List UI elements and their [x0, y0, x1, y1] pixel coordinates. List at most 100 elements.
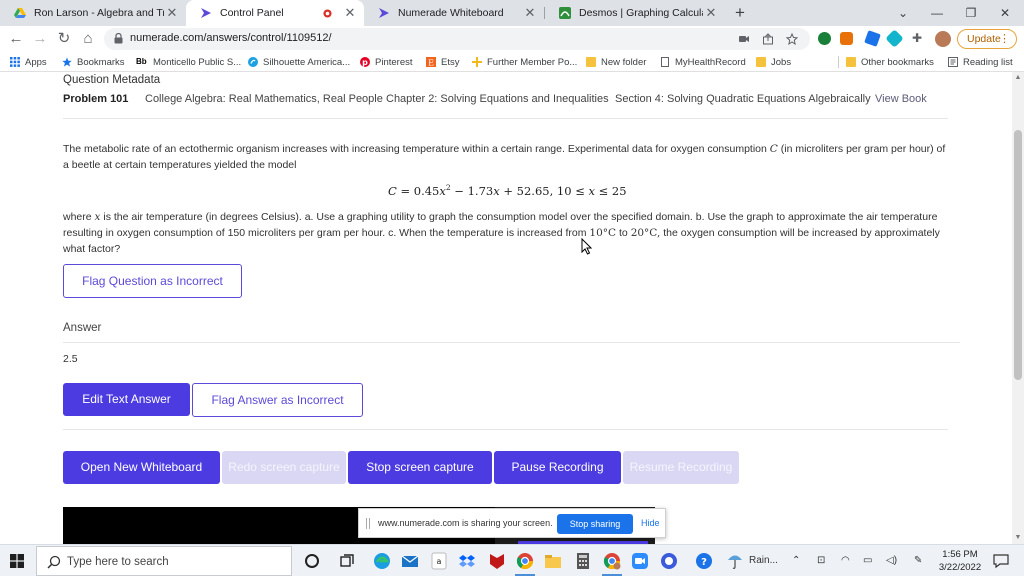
bookmark-reading-list[interactable]: Reading list — [948, 55, 1013, 69]
bookmark-apps[interactable]: Apps — [10, 55, 47, 69]
bookmark-label: Reading list — [963, 56, 1013, 68]
question-paragraph-2: where x is the air temperature (in degre… — [63, 209, 953, 257]
bookmark-new-folder[interactable]: New folder — [586, 55, 646, 69]
svg-text:a: a — [437, 557, 442, 566]
bookmark-label: Apps — [25, 56, 47, 68]
chrome-icon[interactable] — [516, 552, 534, 570]
pause-recording-button[interactable]: Pause Recording — [494, 451, 621, 484]
hide-share-bar-link[interactable]: Hide — [641, 518, 660, 528]
extension-green-icon[interactable] — [818, 32, 831, 45]
extension-diamond-icon[interactable] — [885, 29, 904, 48]
battery-icon[interactable]: ▭ — [863, 555, 872, 566]
numerade-icon — [201, 8, 211, 18]
drag-handle-icon[interactable] — [366, 518, 370, 529]
wifi-icon[interactable]: ◠ — [841, 555, 850, 566]
address-bar[interactable]: numerade.com/answers/control/1109512/ — [104, 28, 810, 50]
new-tab-button[interactable]: + — [730, 3, 750, 23]
calculator-icon[interactable] — [574, 552, 592, 570]
close-window-button[interactable]: ✕ — [988, 0, 1022, 26]
bookmark-silhouette[interactable]: Silhouette America... — [248, 55, 350, 69]
back-button[interactable]: ← — [6, 29, 26, 49]
taskbar-search-box[interactable]: Type here to search — [36, 546, 292, 576]
close-tab-icon[interactable]: ✕ — [703, 5, 719, 21]
tab-ron-larson[interactable]: Ron Larson - Algebra and Trigono ✕ — [0, 0, 186, 26]
close-tab-icon[interactable]: ✕ — [522, 5, 538, 21]
scroll-thumb[interactable] — [1014, 130, 1022, 380]
home-button[interactable]: ⌂ — [78, 29, 98, 49]
amazon-icon[interactable]: a — [430, 552, 448, 570]
bookmark-bookmarks[interactable]: Bookmarks — [62, 55, 125, 69]
section-title: Section 4: Solving Quadratic Equations A… — [615, 93, 871, 105]
flag-question-button[interactable]: Flag Question as Incorrect — [63, 264, 242, 298]
show-hidden-icons-icon[interactable]: ⌃ — [792, 555, 800, 566]
open-whiteboard-button[interactable]: Open New Whiteboard — [63, 451, 220, 484]
screen-share-bar: www.numerade.com is sharing your screen.… — [358, 508, 666, 538]
bookmark-pinterest[interactable]: p Pinterest — [360, 55, 413, 69]
bookmark-myhealthrecord[interactable]: MyHealthRecord — [660, 55, 746, 69]
edge-icon[interactable] — [373, 552, 391, 570]
taskbar-clock[interactable]: 1:56 PM 3/22/2022 — [932, 548, 988, 574]
redo-capture-button[interactable]: Redo screen capture — [222, 451, 346, 484]
folder-icon — [756, 57, 766, 67]
update-button[interactable]: Update ⋮ — [957, 29, 1017, 49]
notifications-icon[interactable] — [993, 553, 1009, 569]
screen-recorder-icon[interactable] — [660, 552, 678, 570]
flag-answer-button[interactable]: Flag Answer as Incorrect — [192, 383, 363, 417]
close-tab-icon[interactable]: ✕ — [164, 5, 180, 21]
question-text: to — [619, 227, 628, 239]
scroll-down-icon[interactable]: ▼ — [1012, 532, 1024, 544]
windows-start-icon[interactable] — [10, 554, 24, 568]
meet-now-icon[interactable]: ⊡ — [817, 555, 825, 566]
consumption-model-formula: C = 0.45x2 − 1.73x + 52.65, 10 ≤ x ≤ 25 — [388, 183, 627, 198]
bb-icon: Bb — [136, 57, 147, 66]
forward-button[interactable]: → — [30, 29, 50, 49]
reload-button[interactable]: ↻ — [54, 29, 74, 49]
cortana-icon[interactable] — [303, 552, 321, 570]
resume-recording-button[interactable]: Resume Recording — [623, 451, 739, 484]
bookmark-etsy[interactable]: E Etsy — [426, 55, 459, 69]
bookmark-further[interactable]: Further Member Po... — [472, 55, 577, 69]
metadata-heading: Question Metadata — [63, 74, 161, 86]
divider — [63, 429, 948, 430]
bookmark-monticello[interactable]: Bb Monticello Public S... — [136, 55, 241, 69]
close-tab-icon[interactable]: ✕ — [342, 5, 358, 21]
share-icon[interactable] — [762, 33, 774, 45]
desmos-icon — [559, 7, 571, 19]
zoom-icon[interactable] — [631, 552, 649, 570]
help-icon[interactable]: ? — [695, 552, 713, 570]
camera-icon[interactable] — [738, 33, 750, 45]
view-book-link[interactable]: View Book — [875, 93, 927, 105]
tab-search-chevron-icon[interactable]: ⌄ — [886, 0, 920, 26]
pen-icon[interactable]: ✎ — [914, 555, 922, 566]
scroll-up-icon[interactable]: ▲ — [1012, 72, 1024, 84]
tab-numerade-whiteboard[interactable]: Numerade Whiteboard ✕ — [364, 0, 544, 26]
book-title: College Algebra: Real Mathematics, Real … — [145, 93, 383, 105]
edit-text-answer-button[interactable]: Edit Text Answer — [63, 383, 190, 416]
weather-text[interactable]: Rain... — [749, 555, 778, 566]
lock-icon — [114, 33, 123, 44]
page-scrollbar[interactable]: ▲ ▼ — [1012, 72, 1024, 544]
extension-orange-icon[interactable] — [840, 32, 853, 45]
bookmark-other[interactable]: Other bookmarks — [846, 55, 934, 69]
stop-sharing-button[interactable]: Stop sharing — [557, 514, 633, 534]
dropbox-icon[interactable] — [458, 552, 476, 570]
page-content: Question Metadata Problem 101 College Al… — [0, 72, 1012, 544]
mcafee-icon[interactable] — [488, 552, 506, 570]
profile-avatar[interactable] — [935, 31, 951, 47]
stop-capture-button[interactable]: Stop screen capture — [348, 451, 492, 484]
file-explorer-icon[interactable] — [544, 552, 562, 570]
minimize-button[interactable]: — — [920, 0, 954, 26]
task-view-icon[interactable] — [338, 552, 356, 570]
bookmark-star-icon[interactable] — [786, 33, 798, 45]
pinterest-icon: p — [360, 57, 370, 67]
extension-pen-icon[interactable] — [864, 30, 881, 47]
restore-button[interactable]: ❐ — [954, 0, 988, 26]
temperature-from: 10°C — [589, 227, 617, 239]
tab-desmos[interactable]: Desmos | Graphing Calculator ✕ — [545, 0, 725, 26]
volume-icon[interactable]: ◁) — [886, 555, 897, 566]
mail-icon[interactable] — [401, 552, 419, 570]
tab-control-panel[interactable]: Control Panel ✕ — [186, 0, 364, 26]
bookmark-jobs[interactable]: Jobs — [756, 55, 791, 69]
chrome-profile-icon[interactable] — [603, 552, 621, 570]
extensions-puzzle-icon[interactable]: ✚ — [912, 32, 925, 45]
